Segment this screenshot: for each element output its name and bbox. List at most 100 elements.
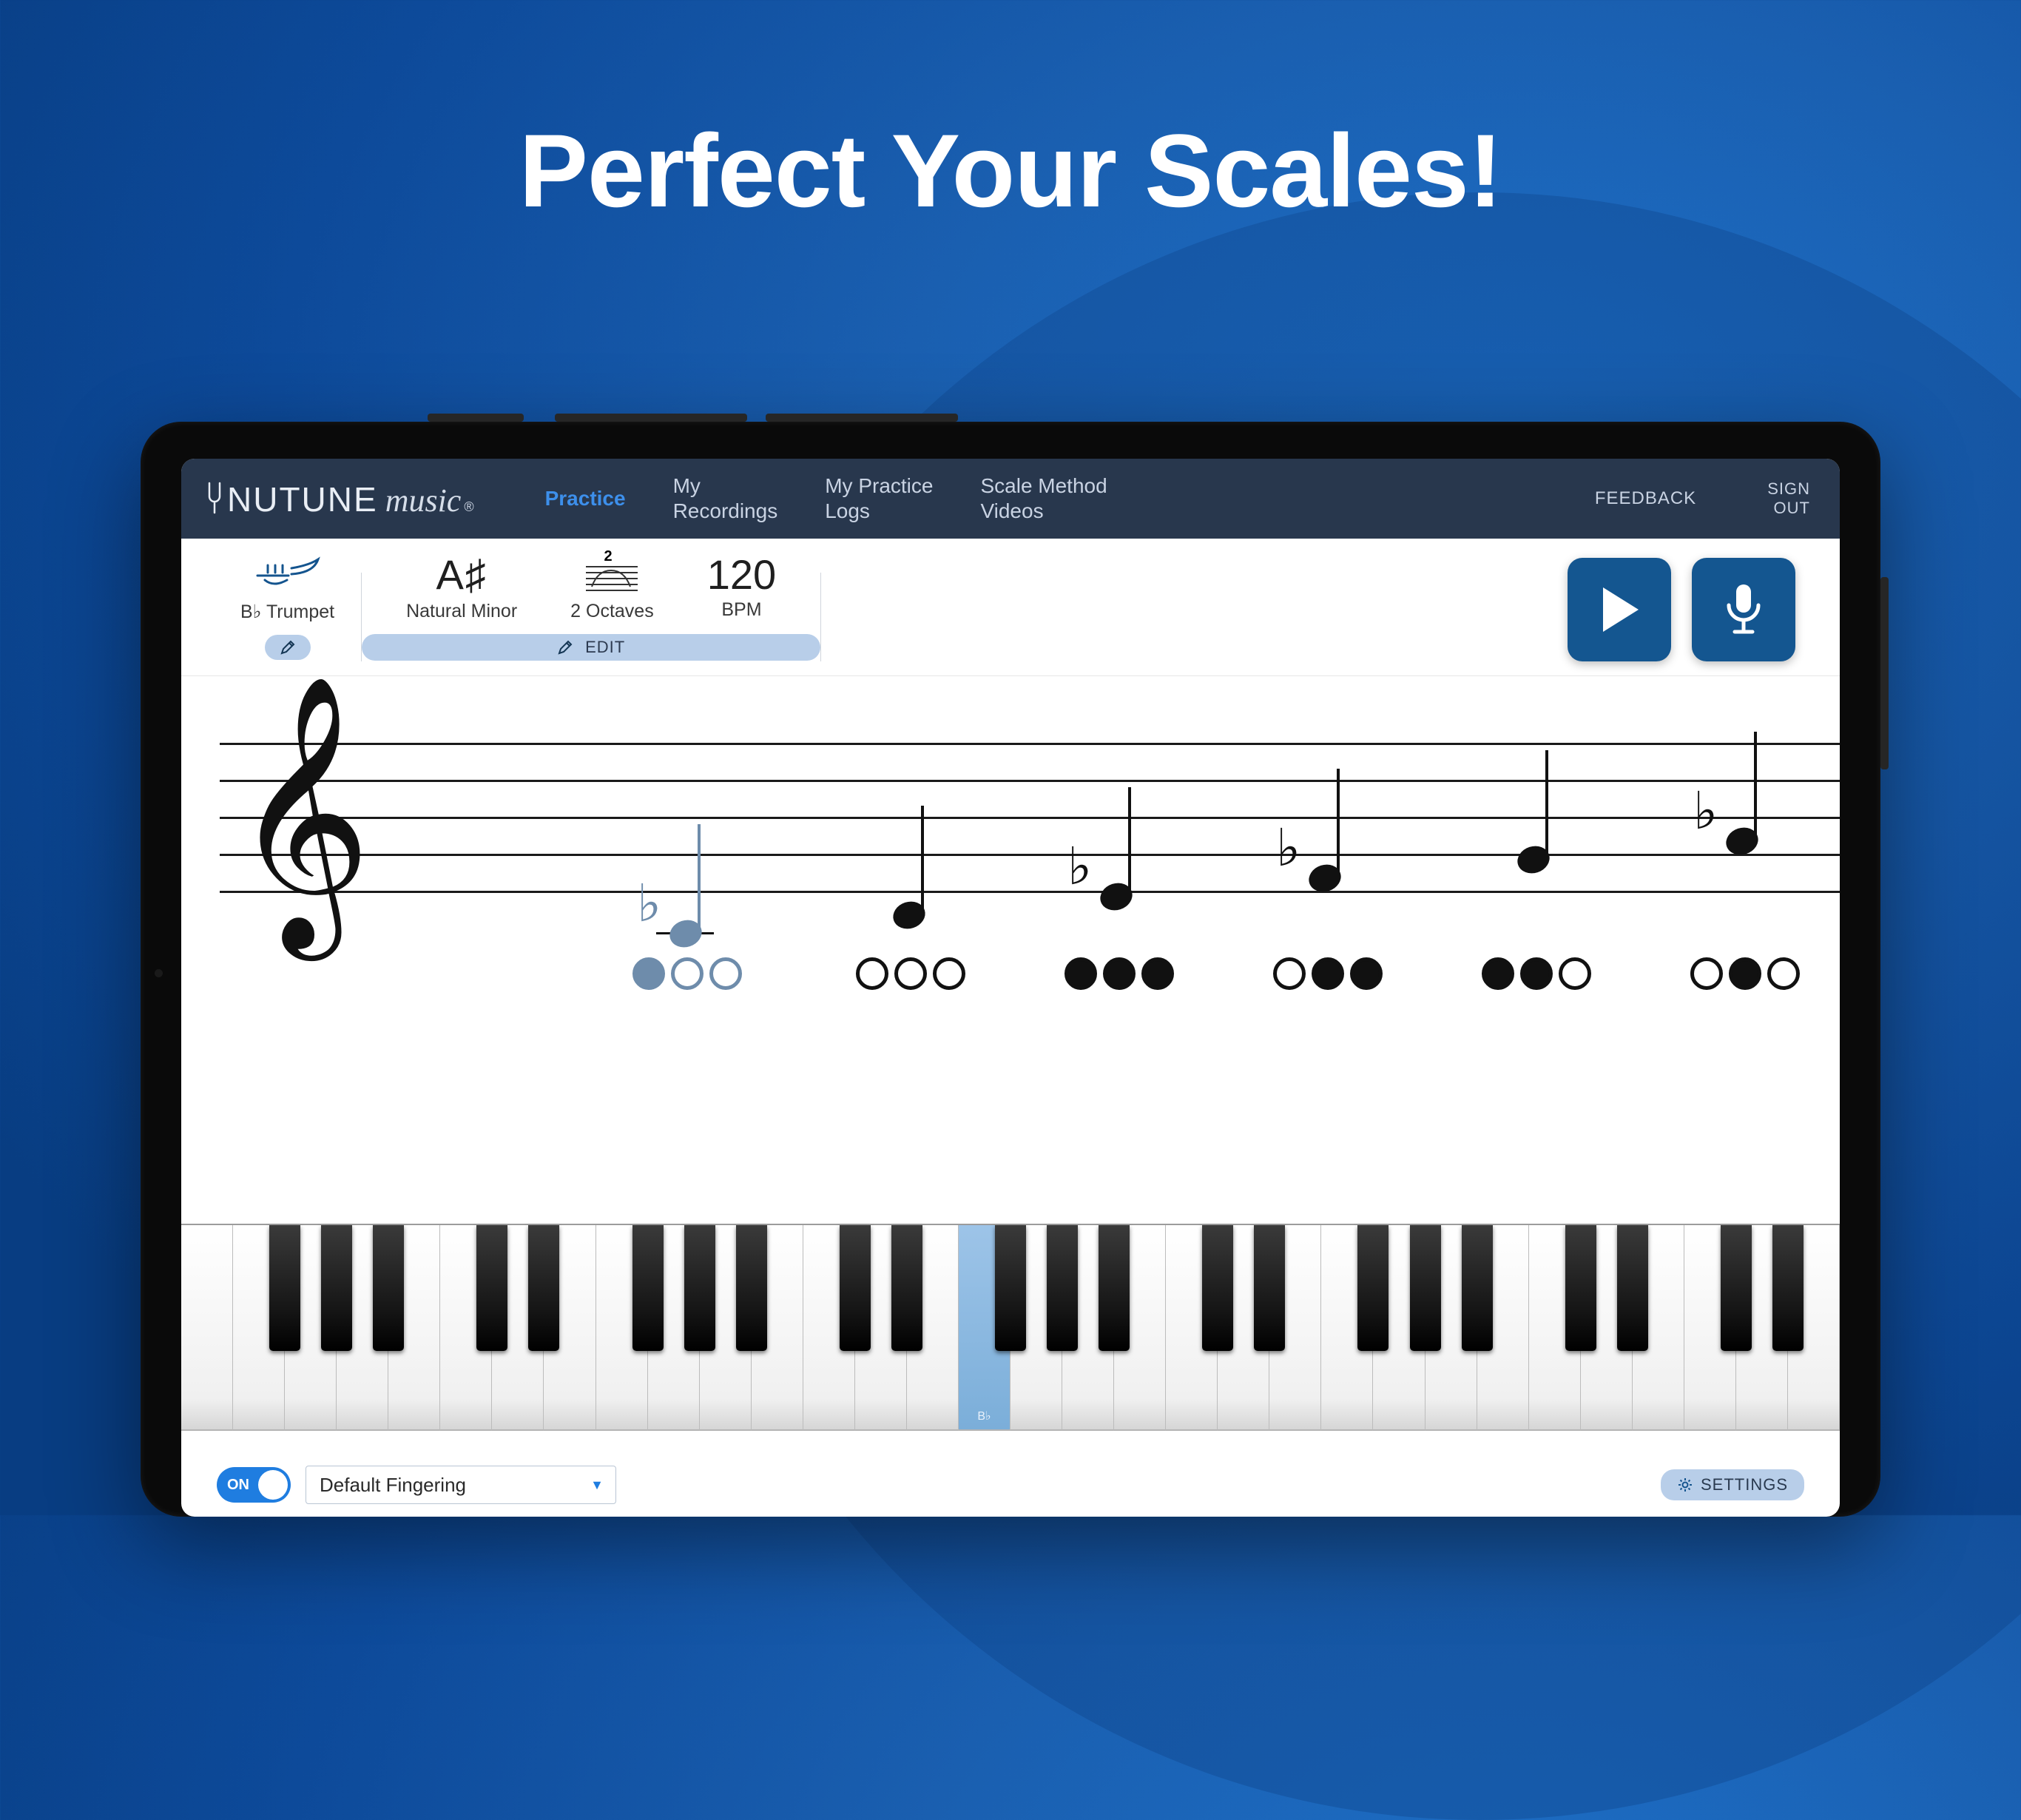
instrument-selector: B♭ Trumpet bbox=[214, 553, 361, 660]
divider bbox=[820, 573, 821, 661]
piano-black-key[interactable] bbox=[736, 1225, 767, 1351]
valve-indicator bbox=[671, 957, 704, 990]
piano-black-key[interactable] bbox=[995, 1225, 1026, 1351]
nav-practice[interactable]: Practice bbox=[545, 486, 626, 511]
tempo-display: 120 BPM bbox=[681, 553, 803, 622]
piano-black-key[interactable] bbox=[840, 1225, 871, 1351]
logo-registered-mark: ® bbox=[464, 499, 473, 515]
trumpet-icon bbox=[254, 553, 321, 595]
piano-black-key[interactable] bbox=[1357, 1225, 1389, 1351]
gear-icon bbox=[1677, 1477, 1693, 1493]
edit-scale-button[interactable]: EDIT bbox=[362, 634, 820, 661]
piano-black-key[interactable] bbox=[891, 1225, 922, 1351]
valve-indicator bbox=[1482, 957, 1514, 990]
fingering-group bbox=[1690, 957, 1800, 990]
valve-indicator bbox=[1690, 957, 1723, 990]
nav-scale-videos[interactable]: Scale Method Videos bbox=[980, 473, 1107, 524]
fingering-group bbox=[1065, 957, 1174, 990]
piano-black-key[interactable] bbox=[1047, 1225, 1078, 1351]
piano-black-key[interactable] bbox=[1202, 1225, 1233, 1351]
logo-text-nu: NU bbox=[227, 479, 279, 519]
scale-type-label: Natural Minor bbox=[406, 601, 517, 622]
piano-black-key[interactable] bbox=[1617, 1225, 1648, 1351]
nav-recordings[interactable]: My Recordings bbox=[673, 473, 778, 524]
pencil-icon bbox=[280, 639, 296, 655]
piano-black-key[interactable] bbox=[321, 1225, 352, 1351]
piano-keyboard: B♭ bbox=[181, 1224, 1840, 1431]
marketing-headline: Perfect Your Scales! bbox=[0, 111, 2021, 231]
piano-black-key[interactable] bbox=[1254, 1225, 1285, 1351]
piano-black-key[interactable] bbox=[1410, 1225, 1441, 1351]
staff-note bbox=[1517, 846, 1550, 873]
bpm-unit: BPM bbox=[721, 599, 761, 621]
logo-text-tune: TUNE bbox=[279, 479, 377, 519]
valve-indicator bbox=[1729, 957, 1761, 990]
piano-white-key[interactable] bbox=[181, 1225, 233, 1431]
staff-note: ♭ bbox=[1726, 828, 1758, 855]
fingering-group bbox=[1273, 957, 1383, 990]
instrument-label: B♭ Trumpet bbox=[240, 601, 334, 623]
valve-indicator bbox=[1065, 957, 1097, 990]
fingering-select[interactable]: Default Fingering ▼ bbox=[306, 1466, 616, 1504]
edit-instrument-button[interactable] bbox=[265, 635, 311, 660]
app-screen: NU TUNE music ® Practice My Recordings M… bbox=[181, 459, 1840, 1517]
chevron-down-icon: ▼ bbox=[590, 1477, 604, 1493]
fingering-group bbox=[632, 957, 742, 990]
piano-black-key[interactable] bbox=[476, 1225, 507, 1351]
valve-indicator bbox=[1273, 957, 1306, 990]
piano-black-key[interactable] bbox=[1565, 1225, 1596, 1351]
staff-note: ♭ bbox=[1309, 865, 1341, 892]
piano-black-key[interactable] bbox=[1721, 1225, 1752, 1351]
valve-indicator bbox=[1767, 957, 1800, 990]
valve-indicator bbox=[632, 957, 665, 990]
valve-indicator bbox=[1103, 957, 1136, 990]
octaves-icon: 2 bbox=[586, 556, 638, 593]
app-logo: NU TUNE music ® bbox=[205, 479, 474, 519]
fingering-group bbox=[1482, 957, 1591, 990]
staff-note: ♭ bbox=[669, 920, 702, 947]
key-value: A♯ bbox=[436, 550, 487, 599]
practice-settings-bar: B♭ Trumpet A♯ Natural Minor 2 bbox=[181, 539, 1840, 676]
octaves-label: 2 Octaves bbox=[570, 601, 654, 622]
piano-black-key[interactable] bbox=[1099, 1225, 1130, 1351]
edit-label: EDIT bbox=[585, 638, 625, 657]
valve-indicator bbox=[1350, 957, 1383, 990]
nav-sign-out[interactable]: SIGN OUT bbox=[1767, 479, 1810, 518]
toggle-label: ON bbox=[227, 1477, 249, 1494]
bpm-value: 120 bbox=[707, 550, 776, 599]
valve-indicator bbox=[933, 957, 965, 990]
valve-indicator bbox=[1559, 957, 1591, 990]
tuning-fork-icon bbox=[205, 482, 224, 518]
record-button[interactable] bbox=[1692, 558, 1795, 661]
nav-feedback[interactable]: FEEDBACK bbox=[1595, 488, 1696, 509]
valve-indicator bbox=[894, 957, 927, 990]
piano-black-key[interactable] bbox=[632, 1225, 664, 1351]
piano-black-key[interactable] bbox=[1772, 1225, 1804, 1351]
settings-button[interactable]: SETTINGS bbox=[1661, 1469, 1804, 1500]
piano-black-key[interactable] bbox=[1462, 1225, 1493, 1351]
play-icon bbox=[1596, 584, 1643, 636]
valve-indicator bbox=[1520, 957, 1553, 990]
octaves-display: 2 2 Octaves bbox=[544, 553, 681, 622]
nav-practice-logs[interactable]: My Practice Logs bbox=[825, 473, 933, 524]
top-nav: NU TUNE music ® Practice My Recordings M… bbox=[181, 459, 1840, 539]
bottom-bar: ON Default Fingering ▼ SETTINGS bbox=[181, 1453, 1840, 1517]
valve-indicator bbox=[856, 957, 888, 990]
staff-note: ♭ bbox=[1100, 883, 1133, 910]
fingering-select-value: Default Fingering bbox=[320, 1474, 466, 1497]
toggle-knob bbox=[258, 1470, 288, 1500]
microphone-icon bbox=[1723, 580, 1764, 639]
fingering-toggle[interactable]: ON bbox=[217, 1467, 291, 1503]
play-button[interactable] bbox=[1568, 558, 1671, 661]
piano-black-key[interactable] bbox=[373, 1225, 404, 1351]
staff-note bbox=[893, 902, 925, 928]
valve-indicator bbox=[709, 957, 742, 990]
piano-black-key[interactable] bbox=[528, 1225, 559, 1351]
staff-area: 𝄞 ♭♭♭♭ B♭ bbox=[181, 676, 1840, 1453]
music-staff: 𝄞 ♭♭♭♭ bbox=[181, 743, 1840, 891]
valve-indicator bbox=[1141, 957, 1174, 990]
nav-items: Practice My Recordings My Practice Logs … bbox=[545, 473, 1107, 524]
pencil-icon bbox=[557, 639, 573, 655]
piano-black-key[interactable] bbox=[269, 1225, 300, 1351]
piano-black-key[interactable] bbox=[684, 1225, 715, 1351]
